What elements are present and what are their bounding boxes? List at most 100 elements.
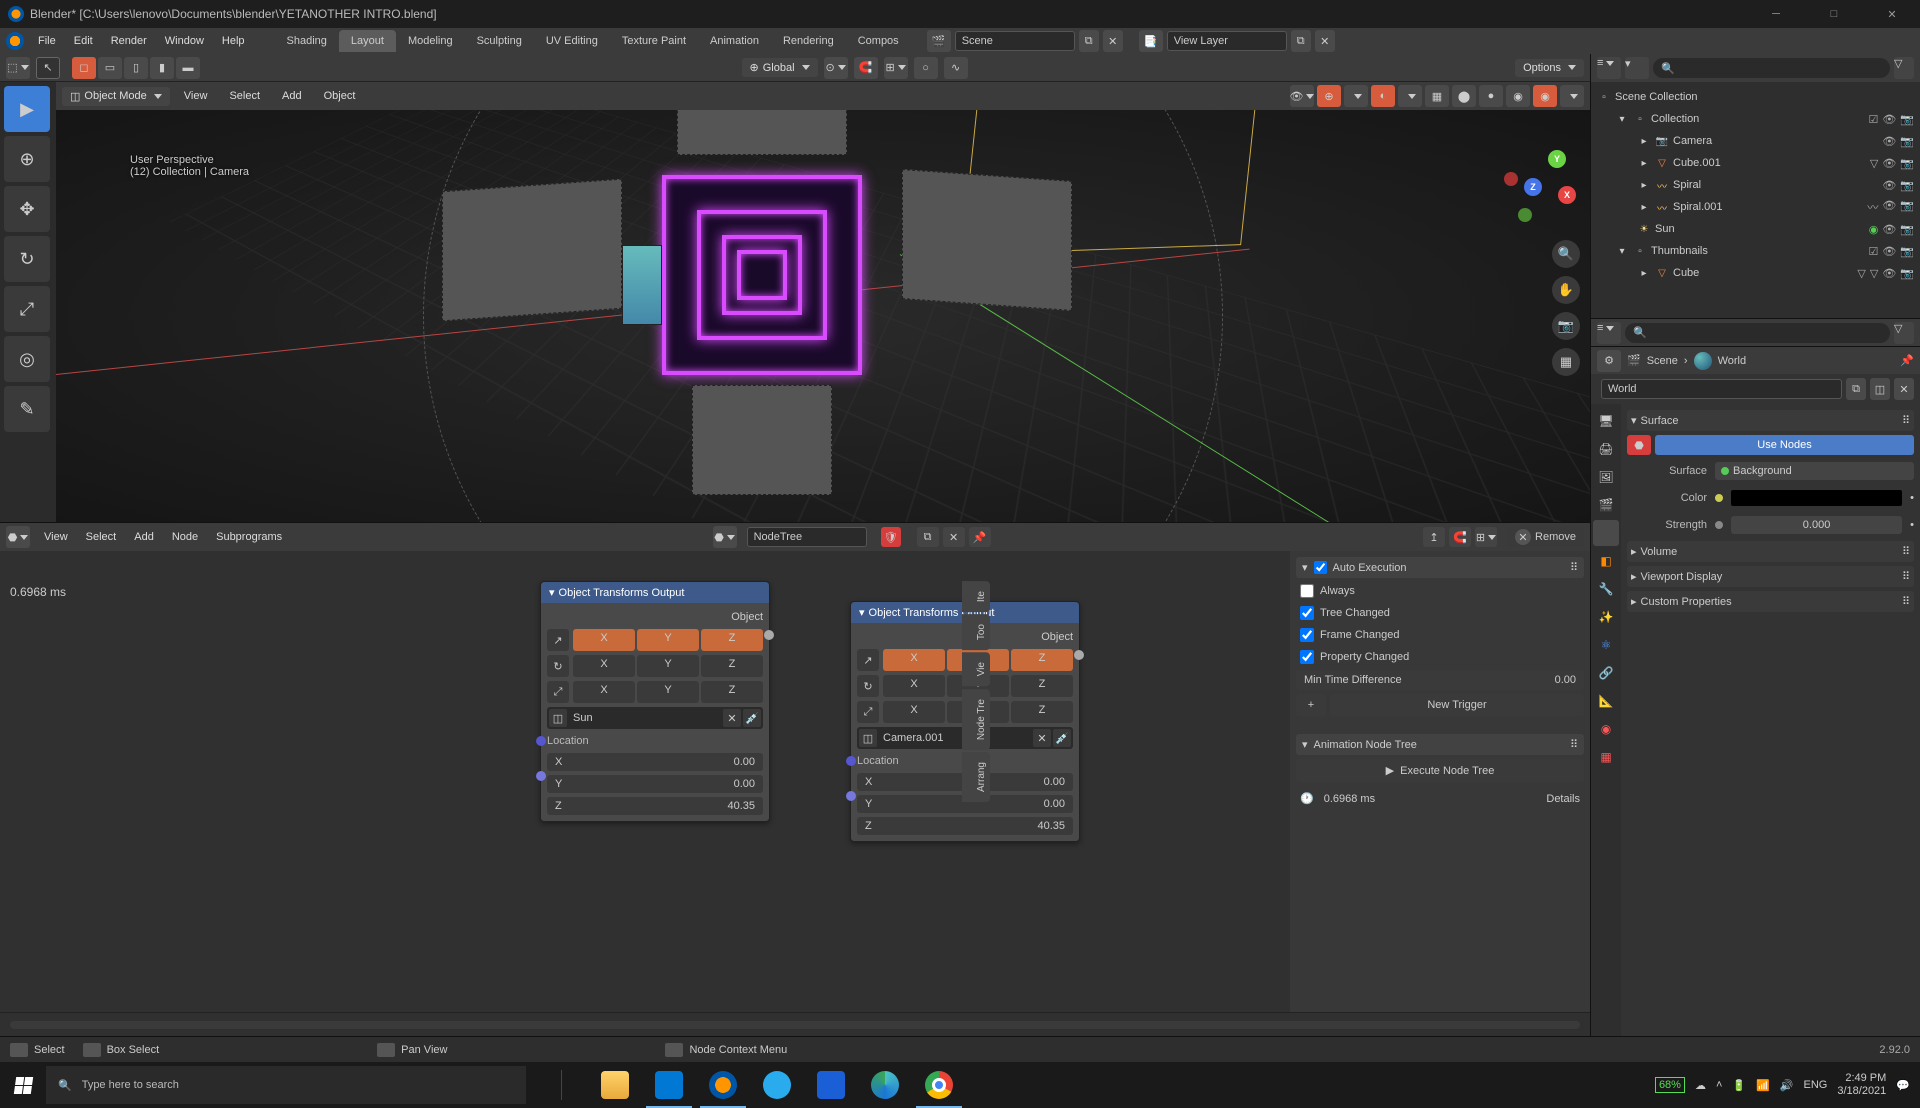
ne-menu-select[interactable]: Select (82, 529, 121, 545)
viewport-3d[interactable]: User Perspective (12) Collection | Camer… (56, 110, 1590, 522)
tab-sculpting[interactable]: Sculpting (465, 30, 534, 52)
menu-file[interactable]: File (30, 31, 64, 51)
spiral-render-icon[interactable]: 📷 (1900, 179, 1914, 192)
node-link-icon[interactable]: ⬣ (1627, 435, 1651, 455)
camera-view-icon[interactable]: 📷 (1552, 312, 1580, 340)
ptab-physics[interactable]: ⚛ (1593, 632, 1619, 658)
use-nodes-button[interactable]: Use Nodes (1655, 435, 1914, 455)
taskbar-telegram[interactable] (750, 1062, 804, 1108)
outliner2-search[interactable]: 🔍 (1625, 323, 1890, 343)
node1-scale-icon[interactable]: ⤢ (547, 681, 569, 703)
auto-exec-header[interactable]: ▾ Auto Execution ⠿ (1296, 557, 1584, 578)
details-link[interactable]: Details (1546, 793, 1580, 805)
cursor-tool-icon[interactable]: ↖ (36, 57, 60, 79)
prop-changed-checkbox[interactable] (1300, 650, 1314, 664)
shading-matprev-icon[interactable]: ◉ (1506, 85, 1530, 107)
ne-menu-subprograms[interactable]: Subprograms (212, 529, 286, 545)
fake-user-icon[interactable]: 🛡 (881, 527, 901, 547)
side-tab-tool[interactable]: Too (962, 614, 990, 650)
node2-rot-z[interactable]: Z (1011, 675, 1073, 697)
strength-value[interactable]: 0.000 (1731, 516, 1902, 534)
shading-dd-icon[interactable] (1560, 85, 1584, 107)
node-canvas[interactable]: 0.6968 ms ▾Object Transforms Output Obje… (0, 551, 1290, 1012)
ptab-material[interactable]: ◉ (1593, 716, 1619, 742)
auto-exec-checkbox[interactable] (1314, 561, 1327, 574)
outliner-tree[interactable]: ▫Scene Collection ▾▫Collection ☑👁📷 ▸📷Cam… (1591, 82, 1920, 318)
vp-menu-view[interactable]: View (176, 86, 216, 106)
snap-type-icon[interactable]: ⊞ (884, 57, 908, 79)
taskbar-explorer[interactable] (588, 1062, 642, 1108)
ptab-texture[interactable]: ▦ (1593, 744, 1619, 770)
frame-changed-checkbox[interactable] (1300, 628, 1314, 642)
ptab-world[interactable] (1593, 520, 1619, 546)
parent-icon[interactable]: ↥ (1423, 527, 1445, 547)
pin-icon[interactable]: 📌 (1900, 354, 1914, 367)
gizmo-y[interactable]: Y (1548, 150, 1566, 168)
node-object-transforms-1[interactable]: ▾Object Transforms Output Object ↗ X Y Z (540, 581, 770, 822)
proportional-icon[interactable]: ○ (914, 57, 938, 79)
nodetree-name-input[interactable] (747, 527, 867, 547)
node1-loc-z[interactable]: Z (701, 629, 763, 651)
editor-type-icon[interactable]: ⬚ (6, 57, 30, 79)
tab-animation[interactable]: Animation (698, 30, 771, 52)
always-checkbox[interactable] (1300, 584, 1314, 598)
wifi-icon[interactable]: 📶 (1756, 1079, 1770, 1092)
clock[interactable]: 2:49 PM 3/18/2021 (1837, 1072, 1886, 1098)
tab-modeling[interactable]: Modeling (396, 30, 465, 52)
taskbar-vscode[interactable] (642, 1062, 696, 1108)
spiral001-eye-icon[interactable]: 👁 (1882, 199, 1896, 215)
proportional-type-icon[interactable]: ∿ (944, 57, 968, 79)
taskbar-edge[interactable] (858, 1062, 912, 1108)
gizmo-yn[interactable] (1518, 208, 1532, 222)
nodetree-unlink-icon[interactable]: ✕ (943, 527, 965, 547)
tool-annotate[interactable]: ✎ (4, 386, 50, 432)
tree-changed-checkbox[interactable] (1300, 606, 1314, 620)
start-button[interactable] (0, 1062, 46, 1108)
app-icon[interactable] (6, 32, 24, 50)
props-world-label[interactable]: World (1718, 355, 1747, 367)
tree-item-spiral001[interactable]: Spiral.001 (1673, 201, 1723, 213)
xray-dd-icon[interactable] (1398, 85, 1422, 107)
node1-rot-z[interactable]: Z (701, 655, 763, 677)
gizmo-x[interactable]: X (1558, 186, 1576, 204)
spiral001-render-icon[interactable]: 📷 (1900, 199, 1914, 215)
node1-rot-icon[interactable]: ↻ (547, 655, 569, 677)
taskbar-blender[interactable] (696, 1062, 750, 1108)
scene-new-button[interactable]: ⧉ (1079, 30, 1099, 52)
node2-obj-clear-icon[interactable]: ✕ (1033, 729, 1051, 747)
ptab-viewlayer[interactable]: 🖼 (1593, 464, 1619, 490)
tree-scene-collection[interactable]: Scene Collection (1615, 91, 1698, 103)
side-tab-arrange[interactable]: Arrang (962, 752, 990, 802)
mode-dropdown[interactable]: ◫ Object Mode (62, 87, 170, 106)
node1-obj-browse-icon[interactable]: ◫ (549, 709, 567, 727)
ptab-constraint[interactable]: 🔗 (1593, 660, 1619, 686)
tool-cursor[interactable]: ⊕ (4, 136, 50, 182)
node1-eyedropper-icon[interactable]: 💉 (743, 709, 761, 727)
nodetree-browse-icon[interactable]: ⬣ (713, 526, 737, 548)
col-eye-icon[interactable]: 👁 (1882, 113, 1896, 126)
volume-icon[interactable]: 🔊 (1780, 1079, 1794, 1092)
battery-indicator[interactable]: 68% (1655, 1077, 1685, 1093)
nodetree-copy-icon[interactable]: ⧉ (917, 527, 939, 547)
viewlayer-delete-button[interactable]: ✕ (1315, 30, 1335, 52)
node2-loc-x[interactable]: X (883, 649, 945, 671)
tree-item-camera[interactable]: Camera (1673, 135, 1712, 147)
side-tab-view[interactable]: Vie (962, 652, 990, 686)
node1-loc-y[interactable]: Y (637, 629, 699, 651)
ptab-modifier[interactable]: 🔧 (1593, 576, 1619, 602)
menu-render[interactable]: Render (103, 31, 155, 51)
node2-scale-icon[interactable]: ⤢ (857, 701, 879, 723)
cube001-eye-icon[interactable]: 👁 (1882, 157, 1896, 170)
thumb-eye-icon[interactable]: 👁 (1882, 245, 1896, 258)
orientation-dropdown[interactable]: ⊕ Global (742, 58, 818, 77)
nav-gizmo[interactable]: X Y Z (1504, 150, 1576, 222)
viewlayer-browse-icon[interactable]: 📑 (1139, 30, 1163, 52)
select-tool-1[interactable]: ◻ (72, 57, 96, 79)
node2-val-z[interactable]: Z40.35 (857, 817, 1073, 835)
node1-obj-clear-icon[interactable]: ✕ (723, 709, 741, 727)
select-tool-4[interactable]: ▮ (150, 57, 174, 79)
menu-window[interactable]: Window (157, 31, 212, 51)
camera-render-icon[interactable]: 📷 (1900, 135, 1914, 148)
tree-thumbnails[interactable]: Thumbnails (1651, 245, 1708, 257)
remove-button[interactable]: ✕ Remove (1507, 527, 1584, 547)
